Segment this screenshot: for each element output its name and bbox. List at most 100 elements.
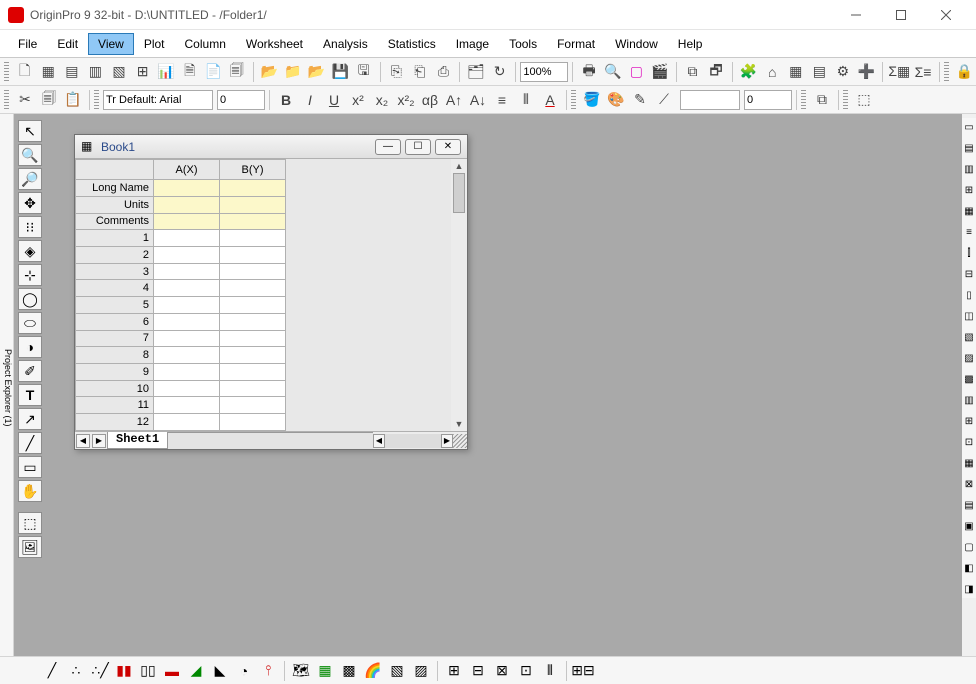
line-plot-button[interactable]: ╱ — [41, 660, 63, 682]
r-tool-15[interactable]: ⊞ — [962, 412, 976, 430]
scroll-up-button[interactable]: ▲ — [451, 159, 467, 173]
r-tool-20[interactable]: ▣ — [962, 517, 976, 535]
new-workbook-button[interactable]: ▦ — [37, 61, 59, 83]
scroll-thumb[interactable] — [453, 173, 465, 213]
cut-button[interactable]: ✂ — [14, 89, 36, 111]
workbook-maximize-button[interactable]: ☐ — [405, 139, 431, 155]
code-builder-button[interactable]: ⌂ — [761, 61, 783, 83]
toolbar-handle[interactable] — [571, 90, 576, 110]
add-column-button[interactable]: ▦ — [785, 61, 807, 83]
data-cell[interactable] — [154, 363, 220, 380]
line-tool[interactable]: ╱ — [18, 432, 42, 454]
menu-worksheet[interactable]: Worksheet — [236, 33, 313, 55]
3d-bars-button[interactable]: ▦ — [314, 660, 336, 682]
video-button[interactable]: 🎬 — [649, 61, 671, 83]
r-tool-17[interactable]: ▦ — [962, 454, 976, 472]
import-single-button[interactable]: ⎗ — [409, 61, 431, 83]
r-tool-19[interactable]: ▤ — [962, 496, 976, 514]
row-header[interactable]: 6 — [76, 313, 154, 330]
manager-button[interactable]: 🧩 — [738, 61, 760, 83]
copy-button[interactable]: 🗐 — [38, 89, 60, 111]
r-tool-6[interactable]: ≡ — [962, 223, 976, 241]
row-header[interactable]: 2 — [76, 246, 154, 263]
new-2d-button[interactable]: 🗐 — [226, 61, 248, 83]
menu-file[interactable]: File — [8, 33, 47, 55]
scatter-plot-button[interactable]: ∴ — [65, 660, 87, 682]
row-header[interactable]: 10 — [76, 380, 154, 397]
text-tool[interactable]: T — [18, 384, 42, 406]
recalc-button[interactable]: ↻ — [489, 61, 511, 83]
row-header[interactable]: 4 — [76, 280, 154, 297]
meta-cell[interactable] — [154, 180, 220, 197]
meta-row-header[interactable]: Units — [76, 196, 154, 213]
column-header-a[interactable]: A(X) — [154, 160, 220, 180]
new-function-button[interactable]: 📊 — [155, 61, 177, 83]
vertical-button[interactable]: ⦀ — [515, 89, 537, 111]
sheet-tab-area[interactable] — [168, 432, 373, 449]
minimize-button[interactable] — [833, 0, 878, 30]
column-header-b[interactable]: B(Y) — [220, 160, 286, 180]
toolbar-handle[interactable] — [944, 62, 949, 82]
data-cell[interactable] — [220, 297, 286, 314]
data-cell[interactable] — [154, 347, 220, 364]
meta-cell[interactable] — [220, 196, 286, 213]
r-tool-2[interactable]: ▤ — [962, 139, 976, 157]
paste-button[interactable]: 📋 — [62, 89, 84, 111]
data-cell[interactable] — [154, 330, 220, 347]
contour-plot-button[interactable]: 🌈 — [362, 660, 384, 682]
new-graph-button[interactable]: ▥ — [85, 61, 107, 83]
save-template-button[interactable]: 🖫 — [353, 61, 375, 83]
menu-plot[interactable]: Plot — [134, 33, 175, 55]
row-header[interactable]: 9 — [76, 363, 154, 380]
r-tool-21[interactable]: ▢ — [962, 538, 976, 556]
surface-plot-button[interactable]: ▩ — [338, 660, 360, 682]
font-color-button[interactable]: A — [539, 89, 561, 111]
r-tool-12[interactable]: ▨ — [962, 349, 976, 367]
template-4-button[interactable]: ⊡ — [515, 660, 537, 682]
row-header[interactable]: 3 — [76, 263, 154, 280]
data-cell[interactable] — [220, 263, 286, 280]
line-width-combo[interactable] — [744, 90, 792, 110]
meta-cell[interactable] — [154, 213, 220, 230]
new-layout-button[interactable]: 🗎 — [179, 61, 201, 83]
data-cell[interactable] — [220, 397, 286, 414]
meta-row-header[interactable]: Comments — [76, 213, 154, 230]
toolbar-handle[interactable] — [4, 62, 9, 82]
data-cell[interactable] — [154, 246, 220, 263]
supersub-button[interactable]: x²₂ — [395, 89, 417, 111]
italic-button[interactable]: I — [299, 89, 321, 111]
arrow-tool[interactable]: ↗ — [18, 408, 42, 430]
menu-image[interactable]: Image — [446, 33, 499, 55]
r-tool-11[interactable]: ▧ — [962, 328, 976, 346]
menu-column[interactable]: Column — [175, 33, 236, 55]
meta-cell[interactable] — [220, 213, 286, 230]
r-tool-23[interactable]: ◨ — [962, 580, 976, 598]
bar-plot-button[interactable]: ▬ — [161, 660, 183, 682]
data-cell[interactable] — [220, 246, 286, 263]
r-tool-3[interactable]: ▥ — [962, 160, 976, 178]
data-cell[interactable] — [220, 230, 286, 247]
area-plot-button[interactable]: ◢ — [185, 660, 207, 682]
print-button[interactable]: 🖶 — [578, 61, 600, 83]
horizontal-scrollbar[interactable]: ◀ ▶ — [373, 434, 453, 448]
row-header[interactable]: 5 — [76, 297, 154, 314]
stats-button[interactable]: Σ≡ — [912, 61, 934, 83]
menu-statistics[interactable]: Statistics — [378, 33, 446, 55]
draw-tool[interactable]: ✐ — [18, 360, 42, 382]
r-tool-5[interactable]: ▦ — [962, 202, 976, 220]
refresh-button[interactable]: 🗗 — [705, 61, 727, 83]
increase-font-button[interactable]: A↑ — [443, 89, 465, 111]
r-tool-22[interactable]: ◧ — [962, 559, 976, 577]
duplicate-button[interactable]: ⧉ — [682, 61, 704, 83]
insert-graph-tool[interactable]: 🖼 — [18, 536, 42, 558]
batch-button[interactable]: 🗂 — [465, 61, 487, 83]
row-header[interactable]: 1 — [76, 230, 154, 247]
maximize-button[interactable] — [878, 0, 923, 30]
resize-grip[interactable] — [453, 434, 467, 448]
data-cell[interactable] — [220, 347, 286, 364]
template-1-button[interactable]: ⊞ — [443, 660, 465, 682]
data-cell[interactable] — [220, 414, 286, 431]
greek-button[interactable]: αβ — [419, 89, 441, 111]
r-tool-16[interactable]: ⊡ — [962, 433, 976, 451]
open-excel-button[interactable]: 📂 — [306, 61, 328, 83]
